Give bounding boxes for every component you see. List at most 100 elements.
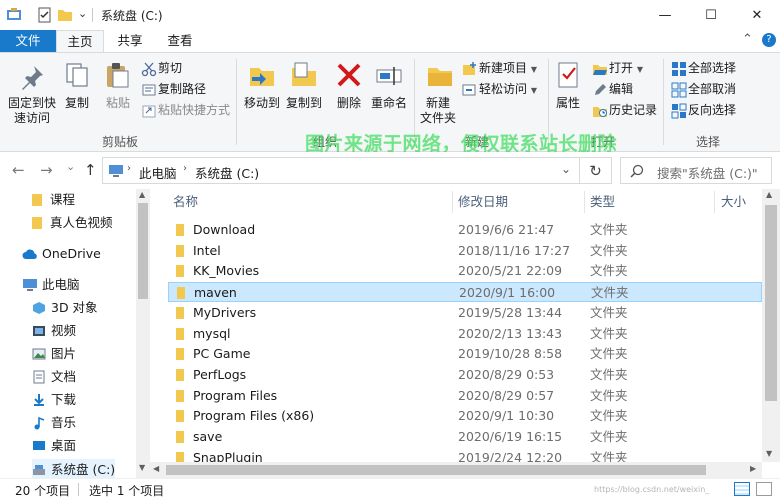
nav-item-3d-objects[interactable]: 3D 对象 (32, 297, 98, 319)
nav-item-videos[interactable]: 视频 (32, 320, 76, 342)
nav-item-course[interactable]: 课程 (30, 189, 75, 211)
select-all-icon[interactable] (671, 61, 687, 77)
new-folder-big-icon[interactable] (426, 61, 454, 89)
large-icons-view-icon[interactable] (756, 482, 772, 496)
tab-home[interactable]: 主页 (56, 30, 104, 52)
table-row[interactable]: KK_Movies 2020/5/21 22:09 文件夹 (168, 261, 762, 281)
nav-item-music[interactable]: 音乐 (32, 412, 76, 434)
refresh-button[interactable]: ↻ (580, 157, 612, 184)
horizontal-scroll-thumb[interactable] (166, 465, 706, 475)
tab-file[interactable]: 文件 (0, 30, 56, 52)
paste-shortcut-button[interactable]: 粘贴快捷方式 (158, 103, 230, 118)
recent-locations-button[interactable]: ⌄ (66, 160, 75, 173)
new-item-icon[interactable] (461, 61, 477, 77)
properties-big-icon[interactable] (555, 61, 583, 89)
quick-access-dropdown[interactable]: ⌄ (78, 7, 87, 20)
file-list-vertical-scrollbar[interactable]: ▲ ▼ (762, 189, 780, 462)
table-row[interactable]: save 2020/6/19 16:15 文件夹 (168, 427, 762, 447)
edit-button[interactable]: 编辑 (609, 82, 633, 97)
column-separator[interactable] (714, 191, 715, 213)
nav-item-onedrive[interactable]: OneDrive (22, 243, 101, 265)
address-dropdown-button[interactable]: ⌄ (561, 162, 571, 176)
up-button[interactable]: ↑ (84, 161, 97, 179)
back-button[interactable]: ← (12, 161, 25, 179)
table-row[interactable]: Program Files 2020/8/29 0:57 文件夹 (168, 386, 762, 406)
delete-icon[interactable] (335, 61, 363, 89)
table-row[interactable]: Program Files (x86) 2020/9/1 10:30 文件夹 (168, 406, 762, 426)
breadcrumb-separator[interactable]: › (183, 163, 187, 174)
easy-access-icon[interactable] (461, 82, 477, 98)
nav-item-desktop[interactable]: 桌面 (32, 435, 76, 457)
scroll-left-icon[interactable]: ◀ (153, 464, 159, 473)
copy-path-icon[interactable] (141, 82, 157, 98)
copy-to-icon[interactable] (290, 61, 318, 89)
rename-button[interactable]: 重命名 (366, 96, 412, 111)
nav-item-downloads[interactable]: 下载 (32, 389, 76, 411)
explorer-icon[interactable] (6, 7, 22, 23)
scroll-down-icon[interactable]: ▼ (766, 449, 772, 458)
column-header-size[interactable]: 大小 (721, 189, 746, 215)
select-none-button[interactable]: 全部取消 (688, 82, 736, 97)
file-list-scroll-thumb[interactable] (765, 205, 777, 401)
scroll-up-icon[interactable]: ▲ (139, 190, 145, 199)
open-button[interactable]: 打开 ▼ (609, 61, 643, 77)
cut-icon[interactable] (141, 61, 157, 77)
new-folder-icon[interactable] (57, 7, 73, 23)
select-none-icon[interactable] (671, 82, 687, 98)
nav-item-this-pc[interactable]: 此电脑 (22, 274, 80, 296)
help-icon[interactable]: ? (762, 33, 776, 47)
ribbon-collapse-icon[interactable]: ⌃ (742, 32, 753, 47)
column-separator[interactable] (584, 191, 585, 213)
minimize-button[interactable]: — (642, 0, 688, 30)
select-all-button[interactable]: 全部选择 (688, 61, 736, 76)
table-row[interactable]: PerfLogs 2020/8/29 0:53 文件夹 (168, 365, 762, 385)
new-item-button[interactable]: 新建项目 ▼ (479, 61, 537, 77)
paste-button[interactable]: 粘贴 (100, 96, 136, 111)
nav-item-folder[interactable]: 真人色视频 (30, 212, 113, 234)
history-icon[interactable] (592, 103, 608, 119)
pin-icon[interactable] (18, 63, 46, 91)
column-header-type[interactable]: 类型 (590, 189, 615, 215)
paste-icon[interactable] (104, 61, 132, 89)
table-row[interactable]: maven 2020/9/1 16:00 文件夹 (168, 282, 762, 303)
edit-icon[interactable] (592, 82, 608, 98)
paste-shortcut-icon[interactable] (141, 103, 157, 119)
column-separator[interactable] (452, 191, 453, 213)
copy-path-button[interactable]: 复制路径 (158, 82, 206, 97)
pin-quick-access-button[interactable]: 固定到快 速访问 (4, 96, 60, 126)
table-row[interactable]: Intel 2018/11/16 17:27 文件夹 (168, 241, 762, 261)
scroll-down-icon[interactable]: ▼ (139, 463, 145, 472)
copy-button[interactable]: 复制 (60, 96, 94, 111)
move-to-icon[interactable] (248, 61, 276, 89)
column-header-name[interactable]: 名称 (173, 189, 198, 215)
delete-button[interactable]: 删除 (330, 96, 368, 111)
easy-access-button[interactable]: 轻松访问 ▼ (479, 82, 537, 98)
details-view-icon[interactable] (734, 482, 750, 496)
column-header-date[interactable]: 修改日期 (458, 189, 508, 215)
table-row[interactable]: MyDrivers 2019/5/28 13:44 文件夹 (168, 303, 762, 323)
invert-selection-button[interactable]: 反向选择 (688, 103, 736, 118)
breadcrumb-separator[interactable]: › (127, 163, 131, 174)
table-row[interactable]: mysql 2020/2/13 13:43 文件夹 (168, 324, 762, 344)
table-row[interactable]: PC Game 2019/10/28 8:58 文件夹 (168, 344, 762, 364)
address-bar[interactable]: › 此电脑 › 系统盘 (C:) ⌄ (102, 157, 580, 184)
history-button[interactable]: 历史记录 (609, 103, 657, 118)
new-folder-button[interactable]: 新建 文件夹 (418, 96, 458, 126)
file-list-horizontal-scrollbar[interactable]: ◀ ▶ (150, 462, 762, 478)
scroll-up-icon[interactable]: ▲ (766, 190, 772, 199)
nav-item-pictures[interactable]: 图片 (32, 343, 76, 365)
open-icon[interactable] (592, 61, 608, 77)
nav-item-system-drive[interactable]: 系统盘 (C:) (32, 459, 116, 478)
rename-icon[interactable] (375, 61, 403, 89)
search-input[interactable]: 搜索"系统盘 (C:)" (620, 157, 772, 184)
cut-button[interactable]: 剪切 (158, 61, 182, 76)
properties-button[interactable]: 属性 (550, 96, 586, 111)
invert-selection-icon[interactable] (671, 103, 687, 119)
copy-to-button[interactable]: 复制到 (282, 96, 326, 111)
close-button[interactable]: ✕ (734, 0, 780, 30)
table-row[interactable]: Download 2019/6/6 21:47 文件夹 (168, 220, 762, 240)
nav-pane-scroll-thumb[interactable] (138, 203, 148, 299)
copy-icon[interactable] (63, 61, 91, 89)
nav-pane-scrollbar[interactable]: ▲ ▼ (136, 189, 150, 478)
breadcrumb-system-drive[interactable]: 系统盘 (C:) (195, 163, 259, 182)
